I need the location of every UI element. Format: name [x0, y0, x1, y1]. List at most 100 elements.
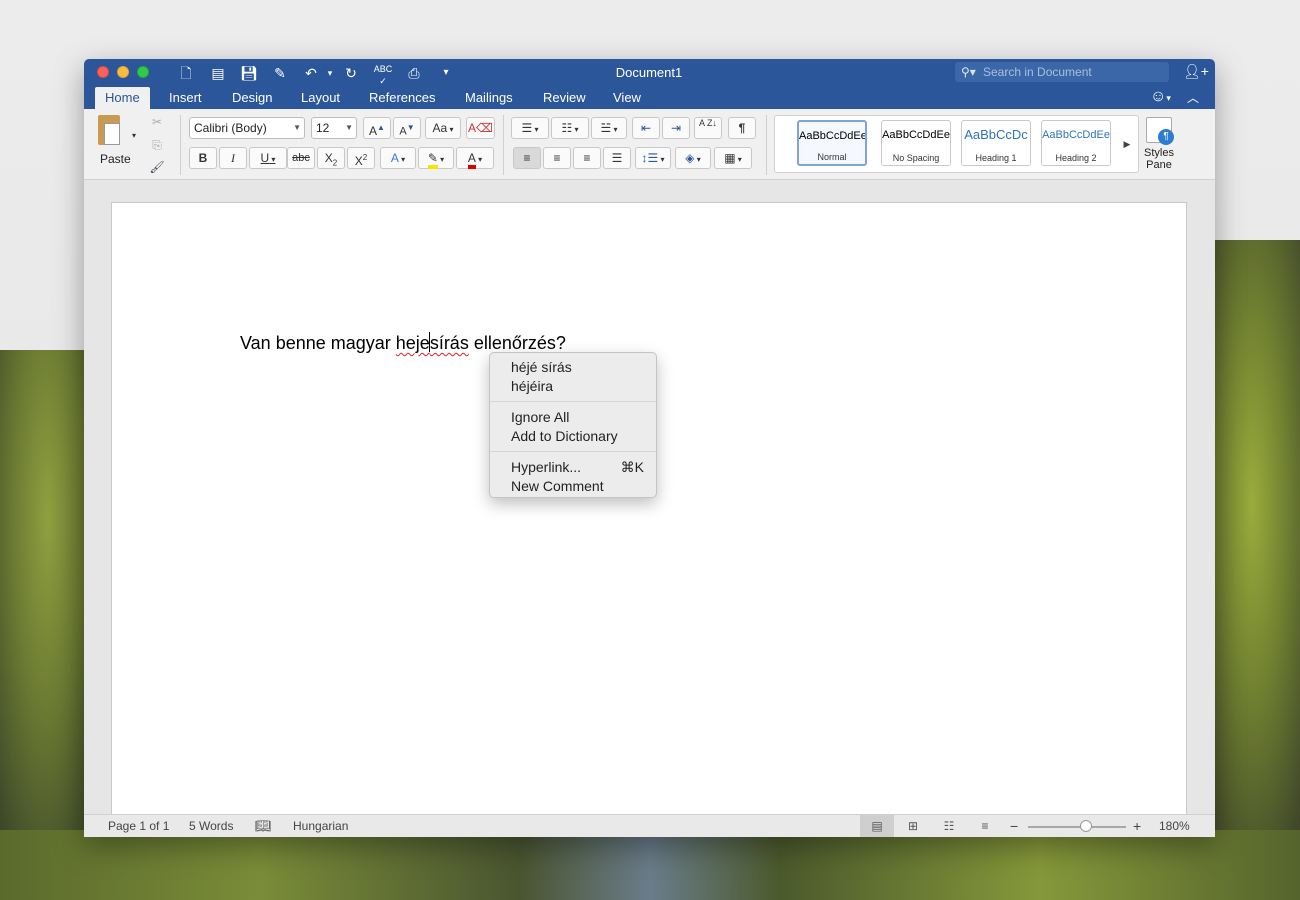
word-count[interactable]: 5 Words [189, 815, 233, 837]
align-right-icon[interactable]: ≡ [573, 147, 601, 169]
decrease-indent-icon[interactable]: ⇤ [632, 117, 660, 139]
proofing-book-icon[interactable]: 📖︎ [255, 815, 272, 837]
outline-view-icon[interactable]: ☷ [932, 815, 966, 837]
text-effects-button[interactable]: A ▾ [380, 147, 416, 169]
paste-dropdown-icon[interactable]: ▾ [128, 125, 140, 147]
line-spacing-button[interactable]: ↕☰ ▾ [635, 147, 671, 169]
print-icon[interactable]: ⎙ [404, 63, 424, 83]
misspelled-word[interactable]: hejesírás [395, 332, 469, 353]
background-valley [0, 830, 1300, 900]
minimize-window-button[interactable] [117, 66, 129, 78]
style-no-spacing[interactable]: AaBbCcDdEe No Spacing [881, 120, 951, 166]
ignore-all-item[interactable]: Ignore All [511, 408, 569, 426]
superscript-button[interactable]: X2 [347, 147, 375, 169]
draft-view-icon[interactable]: ≡ [968, 815, 1002, 837]
font-size-select[interactable]: 12 ▼ [311, 117, 357, 139]
templates-icon[interactable]: ▤ [208, 63, 228, 83]
format-painter-icon[interactable]: 🖌︎ [146, 156, 168, 178]
align-left-icon[interactable]: ≡ [513, 147, 541, 169]
style-heading-2[interactable]: AaBbCcDdEe Heading 2 [1041, 120, 1111, 166]
undo-dropdown-icon[interactable]: ▾ [320, 63, 340, 83]
zoom-window-button[interactable] [137, 66, 149, 78]
font-family-select[interactable]: Calibri (Body) ▼ [189, 117, 305, 139]
style-normal[interactable]: AaBbCcDdEe Normal [797, 120, 867, 166]
pilcrow-badge-icon: ¶ [1158, 129, 1174, 145]
tab-view[interactable]: View [603, 87, 651, 109]
numbered-list-icon: ☷ [561, 121, 573, 135]
print-layout-view-icon[interactable]: ▤ [860, 815, 894, 837]
close-window-button[interactable] [97, 66, 109, 78]
multilevel-list-button[interactable]: ☱ ▾ [591, 117, 627, 139]
add-to-dictionary-item[interactable]: Add to Dictionary [511, 427, 618, 445]
font-color-button[interactable]: A ▾ [456, 147, 494, 169]
document-paragraph[interactable]: Van benne magyar hejesírás ellenőrzés? [240, 332, 566, 354]
zoom-out-button[interactable]: − [1010, 815, 1018, 837]
underline-button[interactable]: U ▾ [249, 147, 287, 169]
sort-label: A Z [698, 118, 713, 128]
feedback-smiley-icon[interactable]: ☺︎▾ [1150, 88, 1171, 106]
justify-icon[interactable]: ☰ [603, 147, 631, 169]
page-count[interactable]: Page 1 of 1 [108, 815, 169, 837]
title-bar: 🗋 ▤ 💾︎ ✎ ↶ ▾ ↻ ABC ✓ ⎙ ▾ Document1 ⚲▾ Sea… [84, 59, 1215, 87]
tab-insert[interactable]: Insert [159, 87, 212, 109]
tab-home[interactable]: Home [95, 87, 150, 109]
zoom-slider-track[interactable] [1028, 826, 1126, 828]
sort-button[interactable]: A Z↓ [694, 117, 722, 139]
italic-button[interactable]: I [219, 147, 247, 169]
shrink-font-button[interactable]: A▼ [393, 117, 421, 139]
grow-font-button[interactable]: A▲ [363, 117, 391, 139]
borders-button[interactable]: ▦ ▾ [714, 147, 752, 169]
hyperlink-item[interactable]: Hyperlink... [511, 458, 581, 476]
menu-separator [490, 401, 656, 402]
customize-toolbar-icon[interactable]: ▾ [436, 63, 456, 83]
tab-design[interactable]: Design [222, 87, 282, 109]
redo-icon[interactable]: ↻ [341, 63, 361, 83]
new-comment-item[interactable]: New Comment [511, 477, 604, 495]
zoom-level[interactable]: 180% [1159, 815, 1190, 837]
language-indicator[interactable]: Hungarian [293, 815, 348, 837]
highlight-color-button[interactable]: ✎ ▾ [418, 147, 454, 169]
styles-gallery-next-icon[interactable]: ▶ [1119, 133, 1135, 155]
text-run: ellenőrzés? [468, 333, 566, 353]
save-icon[interactable]: 💾︎ [239, 63, 259, 83]
subscript-label: X [324, 151, 333, 165]
bold-button[interactable]: B [189, 147, 217, 169]
styles-pane-button[interactable]: ¶ Styles Pane [1144, 117, 1174, 171]
suggestion-item[interactable]: héjé sírás [511, 358, 572, 376]
zoom-slider-handle[interactable] [1080, 820, 1092, 832]
strikethrough-button[interactable]: abc [287, 147, 315, 169]
change-case-button[interactable]: Aa ▾ [425, 117, 461, 139]
document-page[interactable]: Van benne magyar hejesírás ellenőrzés? [111, 202, 1187, 822]
zoom-in-button[interactable]: + [1133, 815, 1141, 837]
tab-layout[interactable]: Layout [291, 87, 350, 109]
edit-document-icon[interactable]: ✎ [270, 63, 290, 83]
style-heading-1[interactable]: AaBbCcDc Heading 1 [961, 120, 1031, 166]
tab-references[interactable]: References [359, 87, 445, 109]
undo-icon[interactable]: ↶ [301, 63, 321, 83]
grow-font-label: A [369, 124, 378, 138]
spelling-check-icon[interactable]: ABC ✓ [373, 63, 393, 86]
tab-review[interactable]: Review [533, 87, 596, 109]
sort-arrow-icon: ↓ [712, 118, 718, 128]
web-layout-view-icon[interactable]: ⊞ [896, 815, 930, 837]
misspelled-part-1: heje [395, 333, 430, 353]
subscript-button[interactable]: X2 [317, 147, 345, 169]
suggestion-item[interactable]: héjéira [511, 377, 553, 395]
bullets-button[interactable]: ☰ ▾ [511, 117, 549, 139]
increase-indent-icon[interactable]: ⇥ [662, 117, 690, 139]
bulleted-list-icon: ☰ [521, 121, 533, 135]
show-formatting-marks-button[interactable]: ¶ [728, 117, 756, 139]
spelling-context-menu: héjé sírás héjéira Ignore All Add to Dic… [489, 352, 657, 498]
clear-formatting-eraser-icon[interactable]: A⌫ [466, 117, 495, 139]
share-person-icon[interactable]: 👤︎+ [1183, 63, 1209, 80]
shading-button[interactable]: ◈ ▾ [675, 147, 711, 169]
tab-mailings[interactable]: Mailings [455, 87, 523, 109]
align-center-icon[interactable]: ≡ [543, 147, 571, 169]
cut-icon[interactable]: ✂ [146, 111, 168, 133]
search-box[interactable]: ⚲▾ Search in Document [955, 62, 1169, 82]
menu-separator [490, 451, 656, 452]
copy-icon[interactable]: ⎘ [146, 134, 168, 156]
collapse-ribbon-icon[interactable]: ︿ [1187, 89, 1199, 106]
numbering-button[interactable]: ☷ ▾ [551, 117, 589, 139]
new-document-icon[interactable]: 🗋 [176, 63, 196, 83]
